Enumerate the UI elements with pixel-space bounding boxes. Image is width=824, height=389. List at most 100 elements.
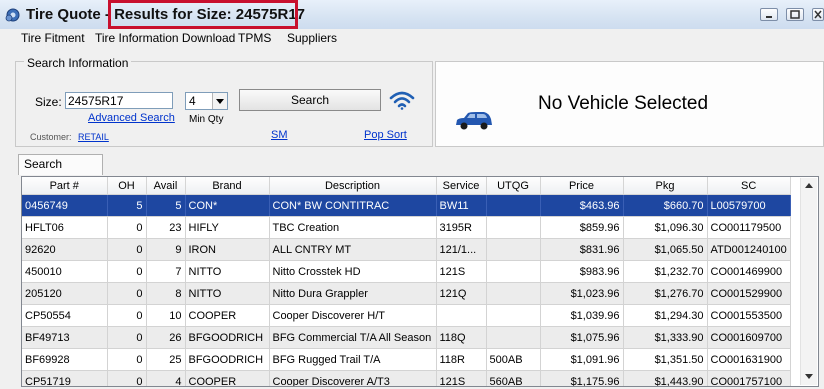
cell-price: $1,091.96 [540,348,624,371]
table-row[interactable]: BF49713 0 26 BFGOODRICH BFG Commercial T… [22,326,791,349]
minimize-button[interactable] [760,8,778,21]
cell-brand: HIFLY [185,216,270,239]
column-header-brand[interactable]: Brand [185,177,270,195]
cell-pkg: $1,333.90 [623,326,708,349]
cell-part: CP50554 [22,304,108,327]
menu-tire-information-download[interactable]: Tire Information Download [95,31,235,45]
tab-search-results[interactable]: Search Results [18,154,103,189]
cell-brand: COOPER [185,304,270,327]
cell-description: CON* BW CONTITRAC [269,194,437,217]
cell-utqg [486,304,541,327]
cell-oh: 0 [107,348,147,371]
cell-brand: NITTO [185,260,270,283]
column-header-oh[interactable]: OH [107,177,147,195]
cell-oh: 0 [107,260,147,283]
column-header-sc[interactable]: SC [707,177,791,195]
cell-description: ALL CNTRY MT [269,238,437,261]
cell-utqg [486,260,541,283]
customer-label: Customer: [30,132,72,142]
dropdown-arrow-icon[interactable] [212,93,227,109]
cell-service: 118Q [436,326,487,349]
column-header-utqg[interactable]: UTQG [486,177,541,195]
car-icon[interactable] [454,111,494,131]
table-row[interactable]: 205120 0 8 NITTO Nitto Dura Grappler 121… [22,282,791,305]
maximize-icon [790,10,800,19]
scroll-up-icon[interactable] [801,178,817,194]
maximize-button[interactable] [786,8,804,21]
cell-service: 121Q [436,282,487,305]
cell-part: 205120 [22,282,108,305]
cell-avail: 26 [146,326,186,349]
cell-sc: CO001469900 [707,260,791,283]
cell-utqg [486,326,541,349]
cell-pkg: $1,232.70 [623,260,708,283]
cell-part: CP51719 [22,370,108,386]
table-row[interactable]: 450010 0 7 NITTO Nitto Crosstek HD 121S … [22,260,791,283]
wifi-icon[interactable] [389,90,415,110]
close-button[interactable] [812,8,824,21]
column-header-service[interactable]: Service [436,177,487,195]
cell-price: $1,175.96 [540,370,624,386]
pop-sort-link[interactable]: Pop Sort [364,129,407,141]
column-header-description[interactable]: Description [269,177,437,195]
search-button[interactable]: Search [239,89,381,111]
table-row[interactable]: 0456749 5 5 CON* CON* BW CONTITRAC BW11 … [22,194,791,217]
cell-part: 450010 [22,260,108,283]
column-header-part[interactable]: Part # [22,177,108,195]
min-qty-select[interactable]: 4 [185,92,228,110]
table-row[interactable]: CP51719 0 4 COOPER Cooper Discoverer A/T… [22,370,791,386]
cell-avail: 9 [146,238,186,261]
advanced-search-link[interactable]: Advanced Search [88,112,175,124]
cell-pkg: $1,096.30 [623,216,708,239]
close-icon [814,10,822,19]
menu-tire-fitment[interactable]: Tire Fitment [21,31,85,45]
cell-price: $1,039.96 [540,304,624,327]
cell-utqg [486,238,541,261]
cell-sc: CO001179500 [707,216,791,239]
cell-part: BF49713 [22,326,108,349]
cell-pkg: $1,443.90 [623,370,708,386]
vertical-scrollbar[interactable] [800,178,817,385]
cell-pkg: $1,276.70 [623,282,708,305]
scroll-down-icon[interactable] [801,369,817,385]
cell-sc: L00579700 [707,194,791,217]
table-row[interactable]: BF69928 0 25 BFGOODRICH BFG Rugged Trail… [22,348,791,371]
cell-avail: 25 [146,348,186,371]
app-icon [5,8,20,22]
results-table: Part # OH Avail Brand Description Servic… [22,177,791,386]
cell-avail: 8 [146,282,186,305]
sm-link[interactable]: SM [271,129,288,141]
cell-description: Cooper Discoverer A/T3 [269,370,437,386]
results-grid: Part # OH Avail Brand Description Servic… [21,176,819,387]
size-input[interactable] [65,92,173,109]
cell-description: Nitto Dura Grappler [269,282,437,305]
cell-price: $1,075.96 [540,326,624,349]
cell-price: $1,023.96 [540,282,624,305]
column-header-avail[interactable]: Avail [146,177,186,195]
table-row[interactable]: CP50554 0 10 COOPER Cooper Discoverer H/… [22,304,791,327]
cell-service [436,304,487,327]
menu-bar: Tire Fitment Tire Information Download T… [0,29,824,48]
cell-oh: 0 [107,370,147,386]
column-header-pkg[interactable]: Pkg [623,177,708,195]
cell-part: BF69928 [22,348,108,371]
menu-suppliers[interactable]: Suppliers [287,31,337,45]
cell-description: BFG Commercial T/A All Season [269,326,437,349]
cell-price: $463.96 [540,194,624,217]
cell-avail: 4 [146,370,186,386]
cell-brand: NITTO [185,282,270,305]
cell-brand: BFGOODRICH [185,326,270,349]
cell-service: BW11 [436,194,487,217]
cell-sc: CO001553500 [707,304,791,327]
table-row[interactable]: 92620 0 9 IRON ALL CNTRY MT 121/1... $83… [22,238,791,261]
cell-oh: 0 [107,326,147,349]
menu-tpms[interactable]: TPMS [238,31,271,45]
column-header-price[interactable]: Price [540,177,624,195]
cell-sc: CO001631900 [707,348,791,371]
minimize-icon [766,16,772,18]
cell-pkg: $660.70 [623,194,708,217]
customer-retail-link[interactable]: RETAIL [78,132,109,142]
cell-oh: 5 [107,194,147,217]
vehicle-status: No Vehicle Selected [538,93,709,114]
table-row[interactable]: HFLT06 0 23 HIFLY TBC Creation 3195R $85… [22,216,791,239]
